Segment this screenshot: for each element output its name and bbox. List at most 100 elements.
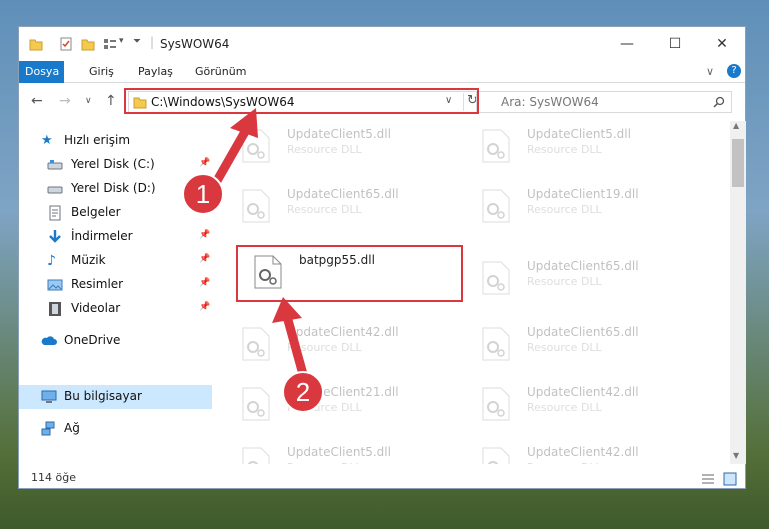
dll-file-icon [482, 387, 510, 421]
dll-file-icon [242, 447, 270, 464]
view-options-icon[interactable] [103, 37, 117, 51]
sidebar-item-disk-c[interactable]: Yerel Disk (C:) 📌 [19, 153, 212, 177]
drive-icon [47, 186, 63, 194]
star-icon: ★ [41, 133, 53, 148]
folder-icon [29, 39, 43, 51]
sidebar-item-pictures[interactable]: Resimler 📌 [19, 273, 212, 297]
file-name: UpdateClient5.dll [287, 445, 391, 459]
dll-file-icon [482, 189, 510, 223]
ribbon-expand-icon[interactable]: ∨ [706, 65, 714, 78]
file-name: UpdateClient21.dll [287, 385, 399, 399]
sidebar-item-disk-d[interactable]: Yerel Disk (D:) 📌 [19, 177, 212, 201]
scroll-up-icon[interactable]: ▲ [733, 121, 739, 130]
recent-locations-icon[interactable]: ∨ [85, 96, 92, 106]
dll-file-icon [482, 447, 510, 464]
file-type: Resource DLL [527, 401, 602, 414]
tab-dosya[interactable]: Dosya [19, 61, 64, 83]
pin-icon[interactable]: 📌 [199, 182, 210, 192]
status-bar: 114 öğe [19, 468, 745, 490]
large-icons-view-icon[interactable] [723, 472, 737, 486]
dll-file-icon [482, 261, 510, 295]
pin-icon[interactable]: 📌 [199, 302, 210, 312]
sidebar-item-music[interactable]: ♪ Müzik 📌 [19, 249, 212, 273]
search-box[interactable]: Ara: SysWOW64 [476, 91, 732, 113]
file-type: Resource DLL [527, 341, 602, 354]
file-item[interactable]: UpdateClient5.dll Resource DLL [233, 123, 463, 167]
dll-file-icon [482, 129, 510, 163]
file-type: Resource DLL [527, 143, 602, 156]
pin-icon[interactable]: 📌 [199, 230, 210, 240]
file-name: UpdateClient65.dll [287, 187, 399, 201]
back-arrow-icon[interactable]: ← [31, 93, 43, 109]
minimize-button[interactable]: — [607, 32, 647, 56]
dll-file-icon [242, 327, 270, 361]
scrollbar-thumb[interactable] [732, 139, 744, 187]
file-item[interactable]: UpdateClient42.dll Resource DLL [473, 441, 703, 464]
document-icon [49, 205, 61, 221]
vertical-scrollbar[interactable]: ▲ ▼ [730, 121, 746, 464]
music-note-icon: ♪ [47, 253, 56, 269]
dll-file-icon [242, 387, 270, 421]
pin-icon[interactable]: 📌 [199, 254, 210, 264]
file-type: Resource DLL [287, 461, 362, 464]
download-icon [49, 230, 61, 243]
sidebar-item-this-pc[interactable]: Bu bilgisayar [19, 385, 212, 409]
drive-icon [47, 160, 63, 170]
search-icon[interactable] [713, 96, 725, 108]
tab-giris[interactable]: Giriş [83, 61, 120, 83]
file-name: UpdateClient42.dll [287, 325, 399, 339]
up-arrow-icon[interactable]: ↑ [105, 93, 117, 109]
forward-arrow-icon[interactable]: → [59, 93, 71, 109]
file-type: Resource DLL [527, 203, 602, 216]
file-item[interactable]: UpdateClient42.dll Resource DLL [233, 321, 463, 365]
file-type: Resource DLL [527, 275, 602, 288]
cloud-icon [41, 336, 57, 345]
tab-gorunum[interactable]: Görünüm [189, 61, 252, 83]
sidebar-label: Videolar [71, 301, 121, 315]
file-item[interactable]: UpdateClient5.dll Resource DLL [473, 123, 703, 167]
pin-icon[interactable]: 📌 [199, 158, 210, 168]
sidebar-item-documents[interactable]: Belgeler 📌 [19, 201, 212, 225]
sidebar-label: Müzik [71, 253, 106, 267]
file-item[interactable]: UpdateClient42.dll Resource DLL [473, 381, 703, 425]
sidebar-item-downloads[interactable]: İndirmeler 📌 [19, 225, 212, 249]
sidebar-item-quick-access[interactable]: ★ Hızlı erişim [19, 129, 212, 153]
details-view-icon[interactable] [701, 473, 715, 485]
file-item[interactable]: UpdateClient65.dll Resource DLL [233, 183, 463, 227]
file-item[interactable]: UpdateClient65.dll Resource DLL [473, 321, 703, 365]
sidebar-item-onedrive[interactable]: OneDrive [19, 329, 212, 353]
sidebar-item-videos[interactable]: Videolar 📌 [19, 297, 212, 321]
maximize-button[interactable]: ☐ [655, 32, 695, 56]
file-item[interactable]: UpdateClient5.dll Resource DLL [233, 441, 463, 464]
title-bar: ▾ ⏷ | SysWOW64 — ☐ ✕ [19, 27, 745, 61]
computer-icon [41, 390, 57, 403]
file-name: UpdateClient42.dll [527, 445, 639, 459]
file-type: Resource DLL [287, 143, 362, 156]
sidebar-label: Ağ [64, 421, 80, 435]
file-item[interactable]: UpdateClient21.dll Resource DLL [233, 381, 463, 425]
customize-toolbar-icon[interactable]: ⏷ [133, 36, 141, 47]
sidebar-label: Yerel Disk (D:) [71, 181, 156, 195]
scroll-down-icon[interactable]: ▼ [733, 451, 739, 460]
search-placeholder: Ara: SysWOW64 [501, 95, 599, 109]
help-icon[interactable]: ? [727, 64, 741, 78]
properties-icon[interactable] [59, 37, 73, 51]
address-highlight-box [124, 88, 479, 114]
title-divider: | [150, 35, 155, 49]
sidebar-label: Hızlı erişim [64, 133, 131, 147]
close-button[interactable]: ✕ [702, 32, 742, 56]
new-folder-icon[interactable] [81, 37, 95, 51]
chevron-down-icon[interactable]: ▾ [119, 36, 124, 46]
pin-icon[interactable]: 📌 [199, 278, 210, 288]
pin-icon[interactable]: 📌 [199, 206, 210, 216]
sidebar-label: Resimler [71, 277, 124, 291]
sidebar-label: Bu bilgisayar [64, 389, 142, 403]
file-item[interactable]: UpdateClient19.dll Resource DLL [473, 183, 703, 227]
window-title: SysWOW64 [160, 37, 230, 51]
item-count: 114 öğe [31, 471, 76, 484]
file-type: Resource DLL [287, 401, 362, 414]
file-item[interactable]: UpdateClient65.dll Resource DLL [473, 255, 703, 299]
sidebar-item-network[interactable]: Ağ [19, 417, 212, 441]
file-highlight-box [236, 245, 463, 302]
tab-paylas[interactable]: Paylaş [132, 61, 179, 83]
